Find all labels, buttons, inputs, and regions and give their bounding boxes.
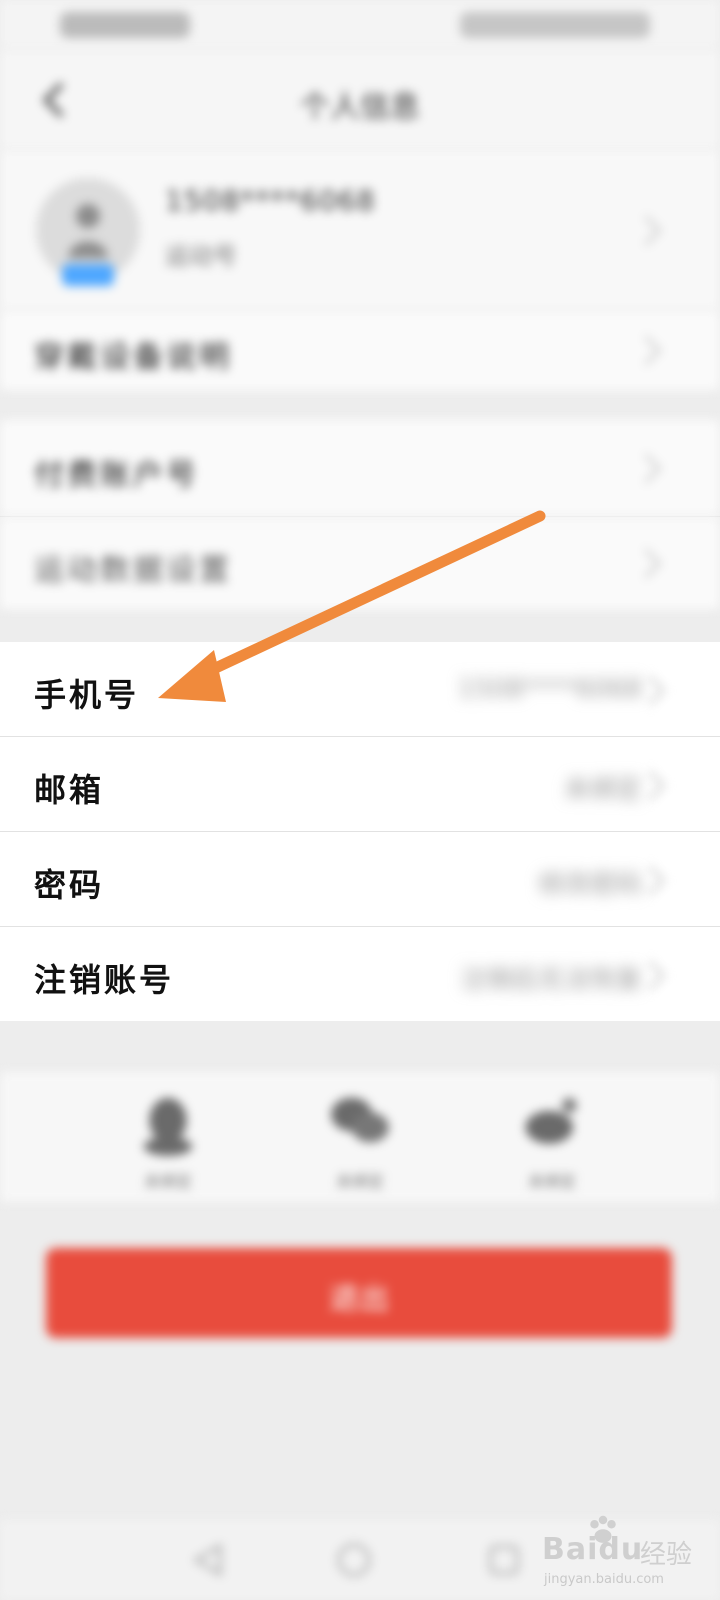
bind-wechat-button[interactable]: 未绑定 [310,1092,410,1192]
status-left-icons [60,12,190,38]
row-label: 付费账户号 [34,458,199,493]
social-bindings: 未绑定 未绑定 未绑定 [0,1072,720,1202]
wechat-icon [331,1097,389,1143]
bind-weibo-button[interactable]: 未绑定 [502,1092,602,1192]
profile-subtitle: 运动号 [165,242,237,270]
wechat-label: 未绑定 [335,1172,384,1191]
chevron-right-icon [631,453,662,484]
status-right-icons [460,12,650,38]
chevron-right-icon [631,548,662,579]
row-device-info[interactable]: 穿戴设备说明 [0,310,720,390]
qq-icon [143,1097,193,1156]
watermark-brand: Baidu [542,1532,644,1567]
profile-name: 1508****6068 [165,184,376,217]
vip-badge [62,264,114,286]
system-back-icon[interactable] [188,1540,228,1580]
avatar[interactable] [36,178,140,286]
row-label: 运动数据设置 [34,553,232,588]
row-paid-account[interactable]: 付费账户号 [0,420,720,516]
row-label: 穿戴设备说明 [34,340,232,375]
row-email[interactable]: 邮箱 未绑定 [0,737,720,831]
status-bar [0,0,720,50]
user-silhouette-icon [68,204,108,258]
weibo-icon [525,1098,577,1144]
phone-value: 1508****6068 [457,674,642,704]
qq-label: 未绑定 [143,1172,192,1191]
logout-button[interactable]: 退出 [46,1248,672,1338]
phone-label: 手机号 [34,676,140,714]
logout-label: 退出 [329,1282,389,1317]
watermark-brand-cn: 经验 [640,1540,693,1570]
row-password[interactable]: 密码 修改密码 [0,832,720,926]
system-recents-icon[interactable] [484,1540,524,1580]
weibo-label: 未绑定 [527,1172,576,1191]
row-sports-data-settings[interactable]: 运动数据设置 [0,517,720,609]
watermark-url: jingyan.baidu.com [544,1572,664,1587]
system-home-icon[interactable] [334,1540,374,1580]
baidu-watermark: Baidu 经验 jingyan.baidu.com [542,1515,693,1592]
chevron-right-icon [631,335,662,366]
password-label: 密码 [34,866,105,904]
email-label: 邮箱 [34,771,105,809]
page-title: 个人信息 [300,90,420,125]
profile-card[interactable]: 1508****6068 运动号 [0,150,720,310]
password-value: 修改密码 [537,870,642,900]
delete-account-value: 注销后无法恢复 [459,965,642,995]
delete-account-label: 注销账号 [34,961,175,999]
email-value: 未绑定 [563,775,642,805]
bind-qq-button[interactable]: 未绑定 [118,1092,218,1192]
row-phone[interactable]: 手机号 1508****6068 [0,642,720,736]
nav-bar: 个人信息 [0,50,720,150]
chevron-right-icon [631,215,662,246]
row-delete-account[interactable]: 注销账号 注销后无法恢复 [0,927,720,1021]
